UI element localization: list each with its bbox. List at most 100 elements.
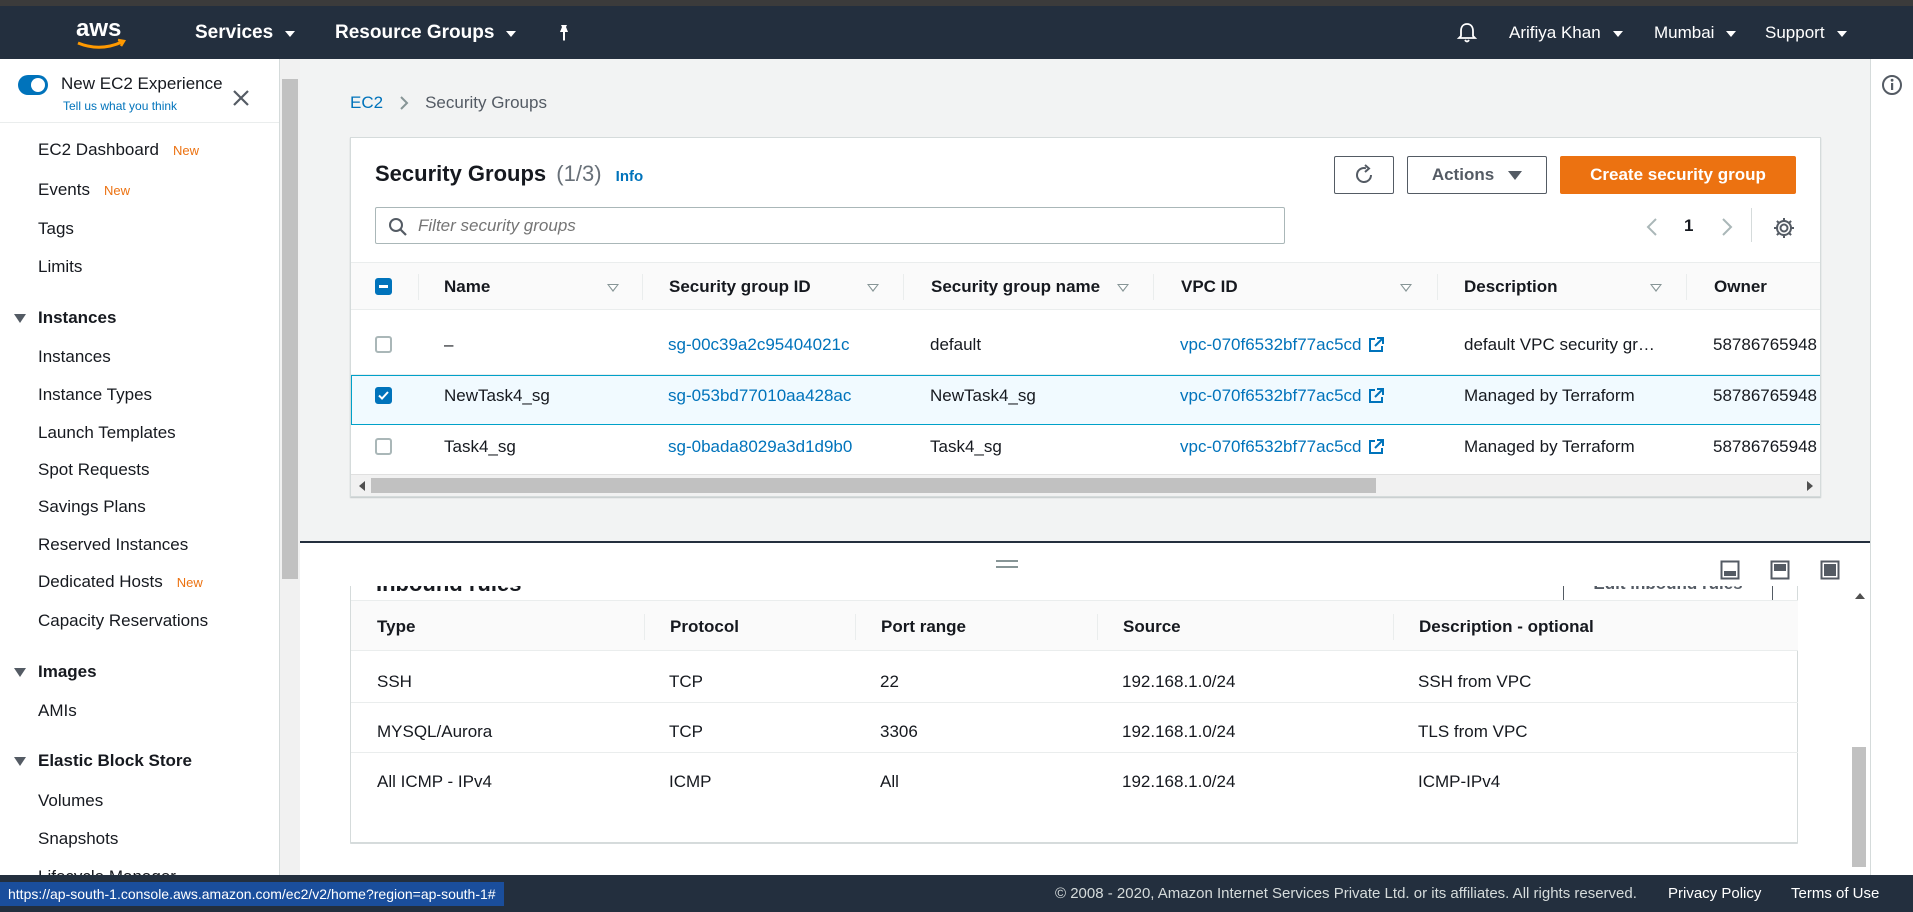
column-header-owner[interactable]: Owner (1714, 277, 1767, 297)
scrollbar-thumb[interactable] (282, 79, 298, 579)
chevron-right-icon (400, 96, 409, 110)
terms-of-use-link[interactable]: Terms of Use (1791, 885, 1879, 902)
column-separator (1097, 614, 1098, 640)
panel-full-icon[interactable] (1820, 560, 1840, 580)
row-vpc-link[interactable]: vpc-070f6532bf77ac5cd (1180, 335, 1385, 355)
feedback-link[interactable]: Tell us what you think (63, 99, 177, 113)
region-menu[interactable]: Mumbai (1654, 6, 1737, 59)
caret-down-icon (14, 756, 26, 766)
sidebar-section-ebs[interactable]: Elastic Block Store (14, 751, 192, 771)
section-title: Instances (38, 308, 117, 327)
inbound-rules-viewport: Inbound rules Edit inbound rules Type Pr… (350, 586, 1798, 844)
sidebar-item-lifecycle-manager[interactable]: Lifecycle Manager (38, 867, 176, 875)
scrollbar-thumb[interactable] (371, 478, 1376, 493)
support-menu[interactable]: Support (1765, 6, 1847, 59)
section-title: Elastic Block Store (38, 751, 193, 770)
column-header-description[interactable]: Description (1464, 277, 1558, 297)
sort-icon[interactable] (1400, 284, 1412, 292)
refresh-button[interactable] (1334, 156, 1394, 194)
sort-icon[interactable] (867, 284, 879, 292)
row-checkbox[interactable] (375, 336, 392, 353)
privacy-policy-link[interactable]: Privacy Policy (1668, 885, 1761, 902)
scroll-up-icon[interactable] (1855, 593, 1865, 599)
chevron-right-icon[interactable] (1720, 217, 1734, 237)
rule-source: 192.168.1.0/24 (1122, 672, 1236, 691)
rule-type: MYSQL/Aurora (377, 722, 493, 741)
actions-button[interactable]: Actions (1407, 156, 1547, 194)
rule-port: 22 (880, 672, 899, 691)
drag-handle-icon[interactable] (996, 560, 1018, 568)
row-vpc-link[interactable]: vpc-070f6532bf77ac5cd (1180, 386, 1385, 406)
info-icon[interactable] (1881, 74, 1903, 96)
sidebar-item-label: Events (38, 180, 90, 199)
sidebar-item-ec2-dashboard[interactable]: EC2 Dashboard New (38, 140, 199, 160)
scrollbar-thumb[interactable] (1852, 747, 1866, 867)
sidebar-item-events[interactable]: Events New (38, 180, 130, 200)
sidebar-item-spot-requests[interactable]: Spot Requests (38, 460, 150, 480)
scroll-left-icon[interactable] (359, 481, 365, 491)
scroll-right-icon[interactable] (1807, 481, 1813, 491)
notifications-button[interactable] (1456, 6, 1478, 59)
sidebar-section-images[interactable]: Images (14, 662, 97, 682)
sidebar-item-dedicated-hosts[interactable]: Dedicated Hosts New (38, 572, 203, 592)
close-icon[interactable] (232, 89, 250, 107)
panel-bottom-icon[interactable] (1720, 560, 1740, 580)
row-divider (351, 752, 1798, 753)
breadcrumb-ec2[interactable]: EC2 (350, 93, 383, 113)
row-sg-name: default (930, 335, 982, 354)
services-label: Services (195, 21, 274, 43)
user-menu[interactable]: Arifiya Khan (1509, 6, 1623, 59)
aws-logo-icon[interactable]: aws (72, 14, 132, 54)
search-icon (389, 218, 407, 236)
pin-button[interactable] (556, 6, 572, 59)
row-sg-id-link[interactable]: sg-0bada8029a3d1d9b0 (668, 437, 852, 457)
rule-description: TLS from VPC (1418, 722, 1528, 741)
new-experience-toggle[interactable] (18, 75, 48, 95)
chevron-down-icon (1612, 31, 1623, 37)
row-checkbox[interactable] (375, 387, 392, 404)
row-checkbox[interactable] (375, 438, 392, 455)
sidebar-section-instances[interactable]: Instances (14, 308, 116, 328)
resource-groups-menu[interactable]: Resource Groups (335, 6, 517, 59)
row-sg-id-link[interactable]: sg-053bd77010aa428ac (668, 386, 851, 406)
sidebar-item-volumes[interactable]: Volumes (38, 791, 103, 811)
external-link-icon (1369, 388, 1385, 403)
sidebar-item-snapshots[interactable]: Snapshots (38, 829, 118, 849)
column-separator (903, 274, 904, 300)
select-all-checkbox[interactable] (375, 278, 392, 295)
page-number[interactable]: 1 (1684, 216, 1693, 236)
sidebar-item-instance-types[interactable]: Instance Types (38, 385, 152, 405)
column-header-sg-name[interactable]: Security group name (931, 277, 1100, 297)
column-header-sg-id[interactable]: Security group ID (669, 277, 811, 297)
chevron-left-icon[interactable] (1645, 217, 1659, 237)
column-header-vpc-id[interactable]: VPC ID (1181, 277, 1238, 297)
copyright-text: © 2008 - 2020, Amazon Internet Services … (1055, 885, 1637, 902)
sort-icon[interactable] (1117, 284, 1129, 292)
sidebar-item-capacity-reservations[interactable]: Capacity Reservations (38, 611, 208, 631)
sort-icon[interactable] (607, 284, 619, 292)
services-menu[interactable]: Services (195, 6, 296, 59)
rule-protocol: ICMP (669, 772, 712, 791)
row-vpc-link[interactable]: vpc-070f6532bf77ac5cd (1180, 437, 1385, 457)
rule-type: SSH (377, 672, 412, 691)
sidebar-item-reserved-instances[interactable]: Reserved Instances (38, 535, 188, 555)
sidebar-scrollbar[interactable] (280, 59, 300, 875)
filter-input[interactable] (418, 212, 1268, 239)
sidebar-item-launch-templates[interactable]: Launch Templates (38, 423, 176, 443)
gear-icon[interactable] (1773, 217, 1795, 239)
row-sg-id-link[interactable]: sg-00c39a2c95404021c (668, 335, 849, 355)
split-panel-scrollbar[interactable] (1851, 589, 1867, 875)
sidebar-item-amis[interactable]: AMIs (38, 701, 77, 721)
sort-icon[interactable] (1650, 284, 1662, 292)
column-header-name[interactable]: Name (444, 277, 490, 297)
svg-text:aws: aws (76, 15, 121, 42)
sidebar-item-savings-plans[interactable]: Savings Plans (38, 497, 146, 517)
sidebar-item-instances[interactable]: Instances (38, 347, 111, 367)
info-link[interactable]: Info (616, 168, 644, 185)
horizontal-scrollbar[interactable] (351, 474, 1820, 496)
sidebar-item-limits[interactable]: Limits (38, 257, 82, 277)
panel-side-icon[interactable] (1770, 560, 1790, 580)
sidebar-item-tags[interactable]: Tags (38, 219, 74, 239)
column-separator (855, 614, 856, 640)
create-security-group-button[interactable]: Create security group (1560, 156, 1796, 194)
